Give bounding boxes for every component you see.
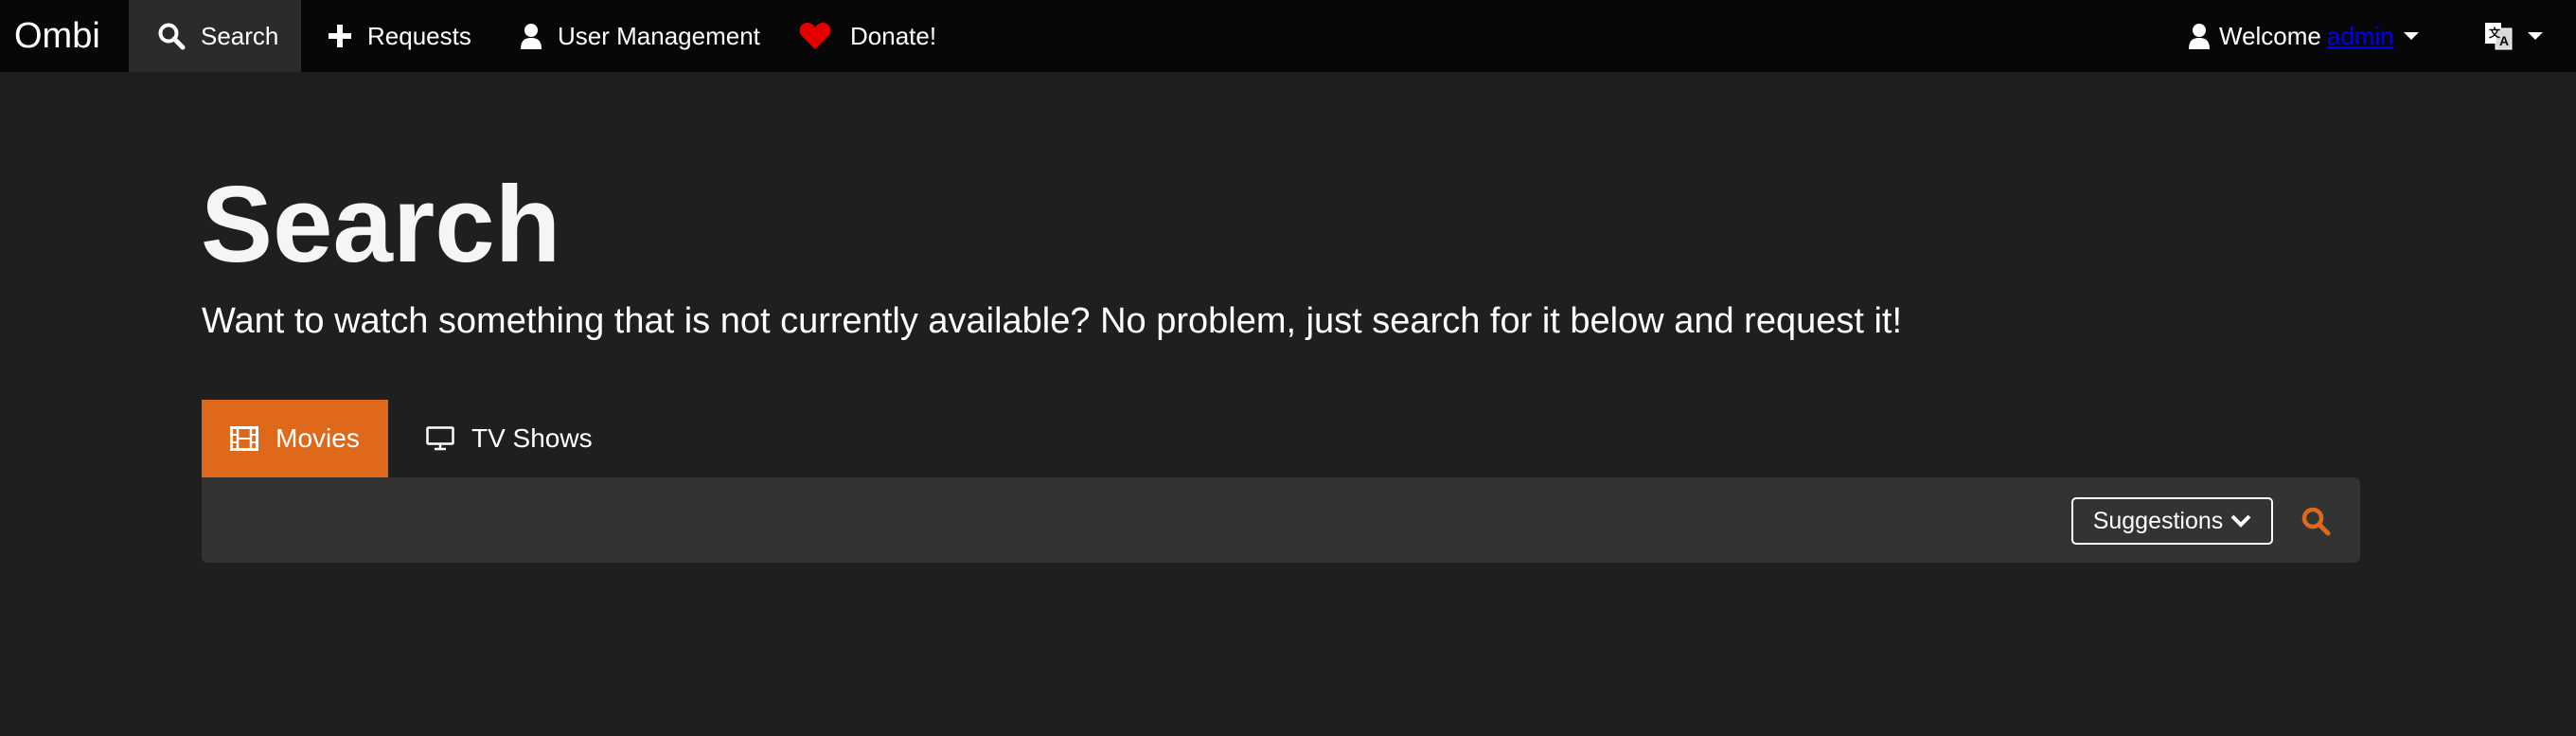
tab-movies[interactable]: Movies (202, 400, 388, 477)
page-title: Search (201, 165, 561, 285)
welcome-label: Welcome (2219, 21, 2321, 50)
user-icon (520, 23, 542, 49)
nav-item-requests[interactable]: Requests (328, 0, 471, 72)
nav-item-user-management[interactable]: User Management (520, 0, 760, 72)
tab-label: Movies (275, 423, 360, 453)
heart-icon (799, 22, 831, 50)
suggestions-dropdown-button[interactable]: Suggestions (2071, 497, 2273, 545)
user-menu-dropdown[interactable]: Welcome admin (2189, 0, 2419, 72)
nav-item-label: User Management (558, 21, 760, 50)
caret-down-icon (2528, 32, 2543, 40)
search-submit-button[interactable] (2297, 502, 2335, 540)
chevron-down-icon (2230, 513, 2251, 529)
user-icon (2189, 23, 2210, 49)
caret-down-icon (2403, 32, 2419, 40)
top-navbar: Ombi Search Requests User Management Don… (0, 0, 2576, 72)
nav-item-label: Requests (367, 21, 471, 50)
monitor-icon (426, 426, 454, 451)
film-icon (230, 426, 259, 451)
tab-tv-shows[interactable]: TV Shows (426, 400, 593, 477)
brand-logo[interactable]: Ombi (14, 0, 100, 72)
nav-item-label: Search (201, 21, 279, 50)
translate-icon: 文 A (2484, 22, 2513, 50)
search-input[interactable] (221, 493, 2052, 549)
suggestions-label: Suggestions (2092, 507, 2224, 534)
page-subtitle: Want to watch something that is not curr… (202, 301, 1903, 341)
search-icon (2301, 506, 2331, 536)
svg-text:A: A (2499, 33, 2509, 48)
tab-label: TV Shows (471, 423, 593, 453)
nav-item-search[interactable]: Search (129, 0, 301, 72)
nav-item-label: Donate! (850, 21, 937, 50)
language-menu-dropdown[interactable]: 文 A (2484, 0, 2543, 72)
search-panel: Suggestions (202, 477, 2360, 563)
search-icon (157, 22, 186, 50)
plus-icon (328, 24, 352, 48)
welcome-username[interactable]: admin (2327, 22, 2394, 51)
nav-item-donate[interactable]: Donate! (799, 0, 936, 72)
